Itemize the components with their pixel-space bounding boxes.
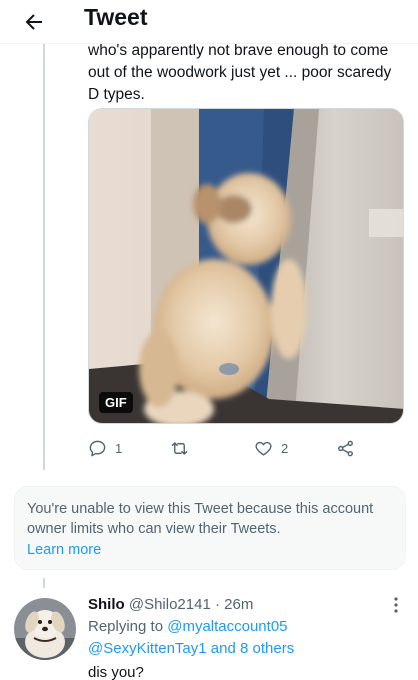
thread-line xyxy=(43,44,45,470)
reply-author-name[interactable]: Shilo xyxy=(88,596,125,613)
cat-behind-door-gif xyxy=(89,109,403,423)
separator-dot: · xyxy=(214,596,220,613)
heart-icon xyxy=(255,441,272,456)
mention-link[interactable]: @SexyKittenTay1 xyxy=(88,640,207,657)
reply-header: Shilo @Shilo2141 · 26m xyxy=(88,594,253,616)
replying-to: Replying to @myaltaccount05 @SexyKittenT… xyxy=(88,616,408,660)
gif-badge: GIF xyxy=(99,392,133,413)
reply-count: 1 xyxy=(115,440,123,456)
notice-text: You're unable to view this Tweet because… xyxy=(27,501,374,537)
share-icon xyxy=(338,440,353,456)
others-link[interactable]: 8 others xyxy=(240,640,294,657)
reply-text: dis you? xyxy=(88,664,144,680)
mention-link[interactable]: @myaltaccount05 xyxy=(167,618,287,635)
restricted-tweet-notice: You're unable to view this Tweet because… xyxy=(14,486,406,570)
replying-to-label: Replying to xyxy=(88,618,164,635)
thread-line-lower xyxy=(43,578,45,588)
tweet-actions: 1 2 xyxy=(88,436,368,460)
tweet-text-line: out of the woodwork just yet ... poor sc… xyxy=(88,64,392,81)
reply-icon xyxy=(89,440,106,456)
dog-avatar-image xyxy=(14,598,76,660)
share-button[interactable] xyxy=(336,436,355,460)
like-count: 2 xyxy=(281,440,289,456)
reply-author-handle[interactable]: @Shilo2141 xyxy=(129,596,211,613)
reply-timestamp[interactable]: 26m xyxy=(224,596,253,613)
and-label: and xyxy=(210,640,236,657)
tweet-media-gif[interactable]: GIF xyxy=(88,108,404,424)
back-button[interactable] xyxy=(18,6,50,38)
tweet-text: who's apparently not brave enough to com… xyxy=(88,40,410,106)
avatar[interactable] xyxy=(14,598,76,660)
retweet-button[interactable] xyxy=(170,436,189,460)
tweet-text-line: D types. xyxy=(88,86,145,103)
page-title: Tweet xyxy=(84,4,148,30)
retweet-icon xyxy=(171,441,188,455)
more-options-button[interactable] xyxy=(386,594,406,616)
reply-button[interactable]: 1 xyxy=(88,436,122,460)
arrow-left-icon xyxy=(25,14,42,30)
more-vertical-icon xyxy=(394,597,398,613)
learn-more-link[interactable]: Learn more xyxy=(27,540,393,560)
like-button[interactable]: 2 xyxy=(254,436,288,460)
top-bar: Tweet xyxy=(0,0,418,44)
